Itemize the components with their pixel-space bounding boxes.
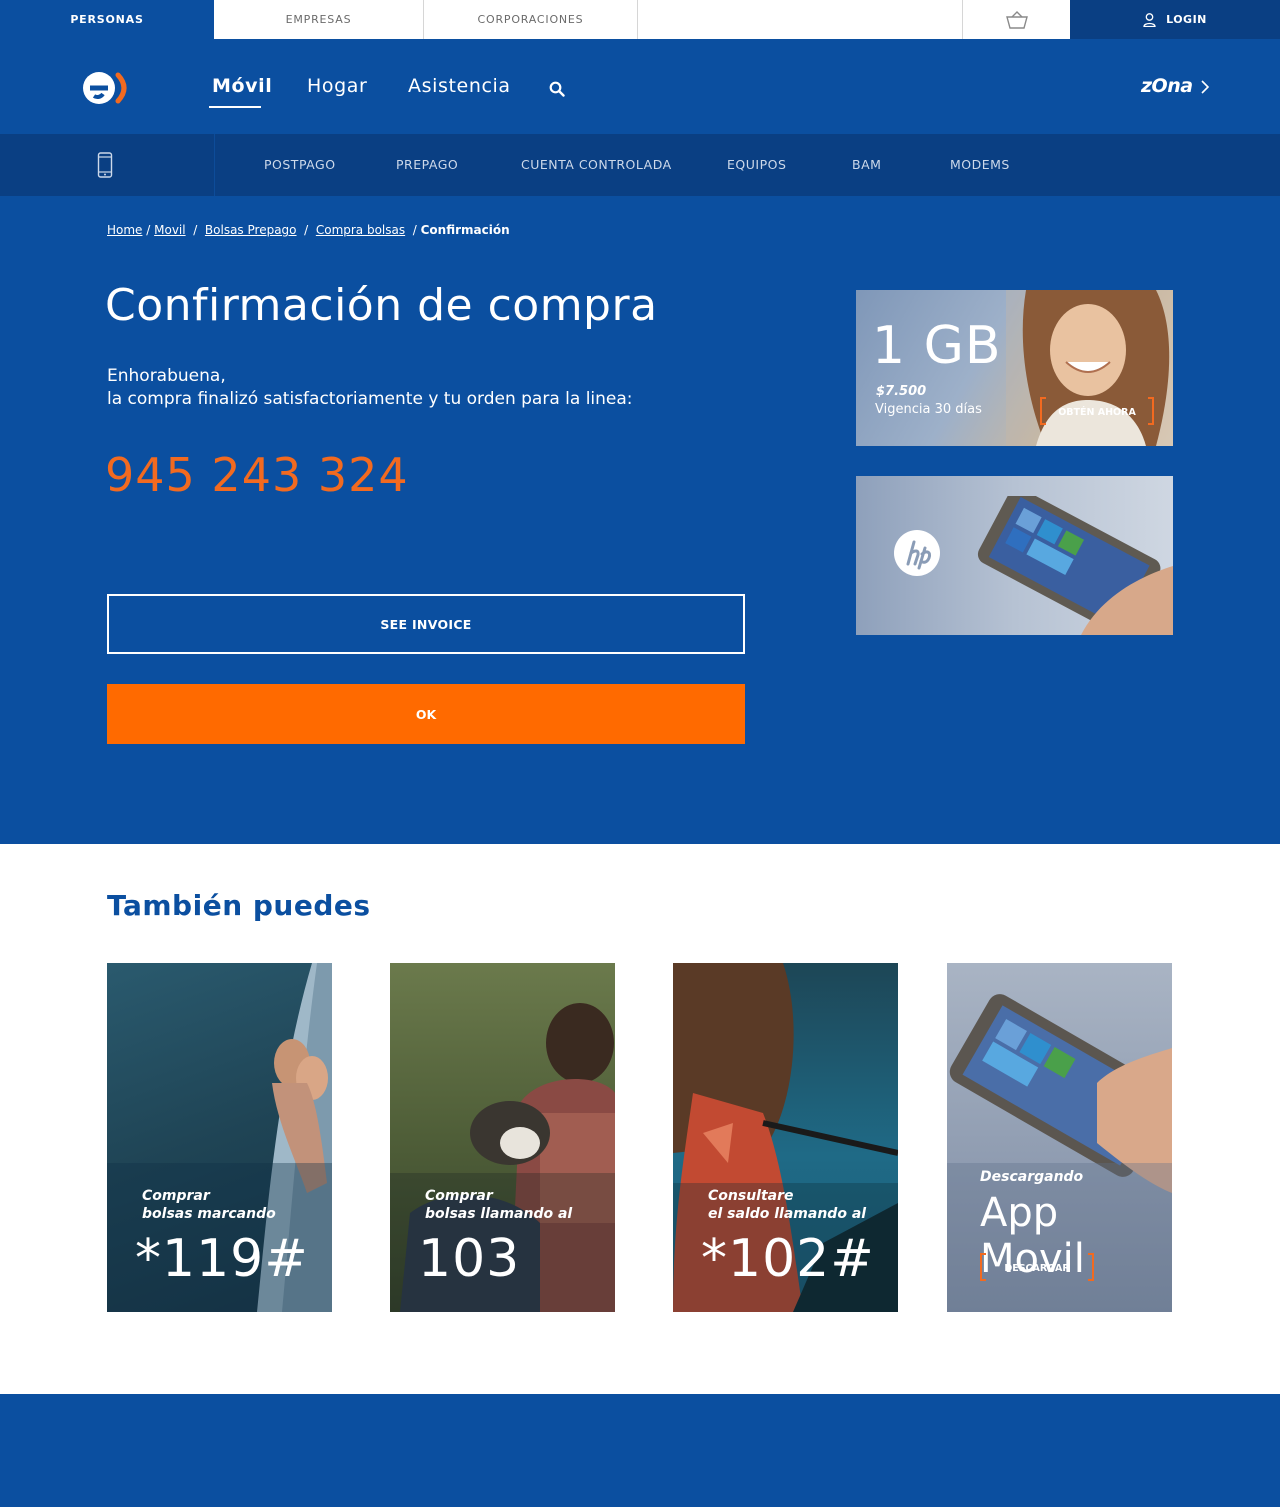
card-buy-119[interactable]: Comprar bolsas marcando *119# xyxy=(107,963,332,1312)
card-buy-103[interactable]: Comprar bolsas llamando al 103 xyxy=(390,963,615,1312)
login-button[interactable]: LOGIN xyxy=(1070,0,1280,39)
subnav-prepago[interactable]: PREPAGO xyxy=(396,157,458,172)
nav-asistencia[interactable]: Asistencia xyxy=(408,75,511,97)
card-code: 103 xyxy=(418,1229,521,1289)
basket-icon xyxy=(1005,10,1028,29)
card-check-balance-102[interactable]: Consultare el saldo llamando al *102# xyxy=(673,963,898,1312)
breadcrumb-home[interactable]: Home xyxy=(107,223,142,237)
top-bar: PERSONAS EMPRESAS CORPORACIONES LOGIN xyxy=(0,0,1280,39)
congrats-text: Enhorabuena, xyxy=(107,366,226,386)
nav-active-underline xyxy=(209,106,261,108)
promo-validity: Vigencia 30 días xyxy=(875,402,982,417)
tab-personas[interactable]: PERSONAS xyxy=(0,0,214,39)
login-label: LOGIN xyxy=(1166,13,1207,26)
confirmation-section: Home / Movil / Bolsas Prepago / Compra b… xyxy=(0,196,1280,844)
breadcrumb-movil[interactable]: Movil xyxy=(154,223,185,237)
chevron-right-icon[interactable] xyxy=(1199,80,1211,94)
card-code: *102# xyxy=(701,1229,875,1289)
zona-link[interactable]: zOna xyxy=(1141,75,1193,97)
section-title: También puedes xyxy=(107,889,371,922)
bracket-left xyxy=(1040,397,1046,425)
user-icon xyxy=(1143,12,1156,27)
card-caption-line1: Consultare xyxy=(708,1188,794,1204)
smartphone-photo xyxy=(977,496,1173,635)
subnav-equipos[interactable]: EQUIPOS xyxy=(727,157,786,172)
see-invoice-button[interactable]: SEE INVOICE xyxy=(107,594,745,654)
obten-ahora-button[interactable]: OBTÉN AHORA xyxy=(1040,397,1154,427)
hp-logo xyxy=(894,530,940,576)
card-code: *119# xyxy=(135,1229,309,1289)
main-header: Móvil Hogar Asistencia zOna xyxy=(0,39,1280,134)
entel-logo[interactable] xyxy=(83,70,129,106)
subnav-bam[interactable]: BAM xyxy=(852,157,881,172)
breadcrumb: Home / Movil / Bolsas Prepago / Compra b… xyxy=(107,223,510,237)
cart-button[interactable] xyxy=(963,0,1070,39)
bracket-right xyxy=(1088,1253,1094,1281)
phone-number: 945 243 324 xyxy=(105,448,409,502)
search-icon[interactable] xyxy=(549,81,565,97)
promo-price: $7.500 xyxy=(876,384,927,399)
bracket-left xyxy=(980,1253,986,1281)
also-section: También puedes Comprar bolsas marcando *… xyxy=(0,844,1280,1394)
ok-button[interactable]: OK xyxy=(107,684,745,744)
app-caption: Descargando xyxy=(980,1169,1084,1185)
card-caption-line2: el saldo llamando al xyxy=(708,1206,867,1222)
nav-movil[interactable]: Móvil xyxy=(212,75,272,97)
descargar-label: DESCARGAR xyxy=(1004,1262,1070,1274)
breadcrumb-bolsas-prepago[interactable]: Bolsas Prepago xyxy=(205,223,297,237)
subnav-divider xyxy=(214,134,215,196)
descargar-button[interactable]: DESCARGAR xyxy=(980,1253,1094,1283)
card-download-app[interactable]: Descargando App Movil DESCARGAR xyxy=(947,963,1172,1312)
obten-ahora-label: OBTÉN AHORA xyxy=(1058,406,1136,418)
footer xyxy=(0,1394,1280,1507)
breadcrumb-compra-bolsas[interactable]: Compra bolsas xyxy=(316,223,405,237)
tab-empresas[interactable]: EMPRESAS xyxy=(214,0,424,39)
mobile-phone-icon xyxy=(97,152,113,178)
subnav-cuenta-controlada[interactable]: CUENTA CONTROLADA xyxy=(521,157,672,172)
bracket-right xyxy=(1148,397,1154,425)
breadcrumb-current: Confirmación xyxy=(420,223,510,237)
card-caption-line2: bolsas marcando xyxy=(142,1206,276,1222)
card-caption-line2: bolsas llamando al xyxy=(425,1206,573,1222)
nav-hogar[interactable]: Hogar xyxy=(307,75,367,97)
promo-banner-hp[interactable] xyxy=(856,476,1173,635)
promo-banner-1gb[interactable]: 1 GB $7.500 Vigencia 30 días OBTÉN AHORA xyxy=(856,290,1173,446)
card-caption-line1: Comprar xyxy=(425,1188,493,1204)
confirmation-message: la compra finalizó satisfactoriamente y … xyxy=(107,389,633,409)
topbar-spacer xyxy=(638,0,963,39)
promo-data-amount: 1 GB xyxy=(872,316,1002,376)
card-caption-line1: Comprar xyxy=(142,1188,210,1204)
subnav-postpago[interactable]: POSTPAGO xyxy=(264,157,336,172)
page-title: Confirmación de compra xyxy=(105,280,658,331)
subnav-modems[interactable]: MODEMS xyxy=(950,157,1010,172)
sub-navigation: POSTPAGO PREPAGO CUENTA CONTROLADA EQUIP… xyxy=(0,134,1280,196)
tab-corporaciones[interactable]: CORPORACIONES xyxy=(424,0,638,39)
